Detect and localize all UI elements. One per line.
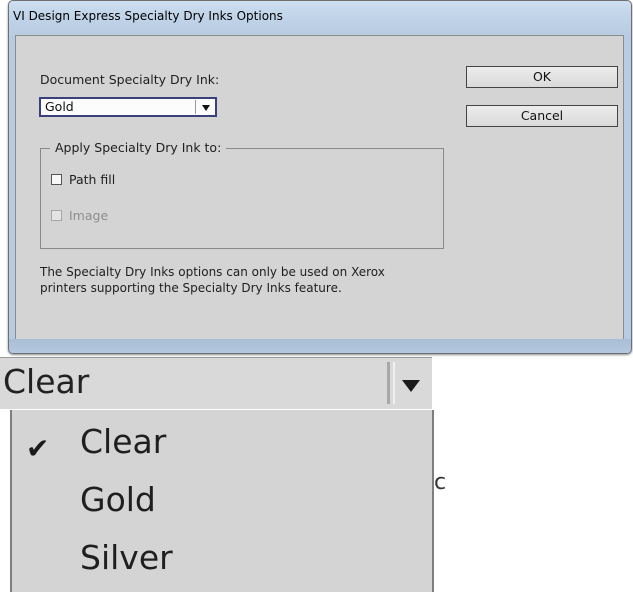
path-fill-option[interactable]: Path fill (51, 171, 115, 187)
select-divider-highlight (393, 362, 395, 404)
zoomed-select-value: Clear (3, 362, 90, 401)
apply-ink-group-label: Apply Specialty Dry Ink to: (50, 140, 227, 155)
dialog-body: Document Specialty Dry Ink: Gold OK Canc… (15, 35, 624, 340)
path-fill-checkbox[interactable] (51, 173, 62, 185)
checkmark-icon: ✔ (26, 432, 50, 465)
cutoff-text-fragment: c (434, 470, 447, 495)
zoomed-ink-options-list: ✔ Clear Gold Silver (10, 410, 434, 592)
image-option: Image (51, 207, 108, 223)
cancel-button[interactable]: Cancel (466, 105, 618, 127)
zoomed-ink-select[interactable]: Clear (0, 357, 432, 409)
specialty-dry-inks-dialog: VI Design Express Specialty Dry Inks Opt… (8, 0, 632, 354)
option-clear[interactable]: Clear (80, 422, 166, 462)
image-label: Image (69, 207, 109, 223)
image-checkbox (51, 209, 62, 221)
apply-ink-groupbox: Apply Specialty Dry Ink to: Path fill Im… (40, 140, 444, 249)
chevron-down-icon[interactable] (202, 105, 210, 111)
path-fill-label[interactable]: Path fill (69, 172, 115, 187)
option-gold[interactable]: Gold (80, 480, 156, 520)
ok-button[interactable]: OK (466, 66, 618, 88)
chevron-down-icon[interactable] (402, 380, 420, 392)
document-ink-label: Document Specialty Dry Ink: (40, 72, 220, 87)
dialog-bottom-frame (9, 339, 631, 353)
select-divider (195, 100, 196, 114)
document-ink-select-value: Gold (45, 99, 74, 114)
document-ink-select[interactable]: Gold (39, 97, 217, 117)
specialty-inks-note: The Specialty Dry Inks options can only … (40, 265, 385, 295)
option-silver[interactable]: Silver (80, 538, 173, 578)
dialog-title: VI Design Express Specialty Dry Inks Opt… (13, 9, 283, 23)
select-divider (387, 362, 390, 404)
